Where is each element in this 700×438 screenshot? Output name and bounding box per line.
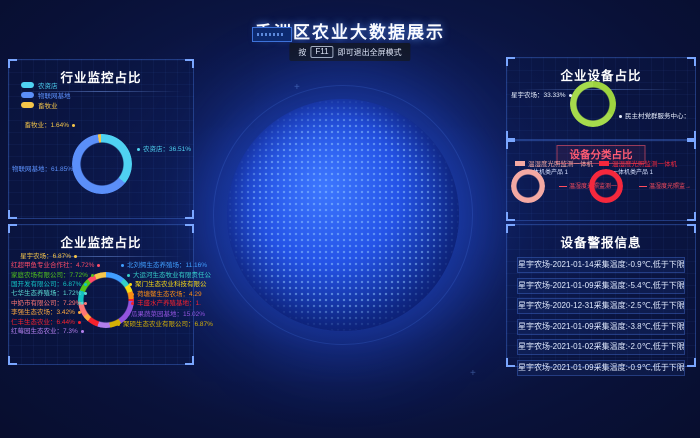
legend-swatch	[515, 161, 525, 166]
legend-label: 畜牧业	[38, 100, 58, 110]
chart-callout: 温湿度光照监→	[639, 181, 691, 190]
tip-prefix: 按	[298, 47, 306, 58]
enterprise-devices-panel: 企业设备占比 星宇农场：33.33% 民主村党群服务中心：	[506, 57, 696, 140]
device-class-donut-left[interactable]	[511, 169, 545, 203]
f11-key-badge: F11	[310, 46, 333, 58]
legend-swatch	[21, 82, 34, 88]
chart-callout: 丰盛水产养殖基地：1.	[131, 300, 201, 308]
decor-plus-icon: +	[294, 82, 300, 93]
enterprise-monitor-panel: 企业监控占比 星宇农场：6.87% 红超甲鱼专业合作社：4.72% 家庭农场有限…	[8, 224, 194, 365]
legend-swatch	[21, 102, 34, 108]
legend-label: 物联网基地	[38, 90, 71, 100]
chart-callout: 国开发有限公司：6.87%	[11, 281, 77, 289]
decor-plus-icon: +	[470, 368, 476, 379]
industry-legend: 农资店 物联网基地 畜牧业	[21, 80, 71, 110]
page-title: 秀洲区农业大数据展示	[0, 18, 700, 43]
chart-callout: 聚硕生态农业有限公司：6.87%	[117, 321, 213, 329]
tip-suffix: 即可退出全屏模式	[338, 47, 402, 58]
fullscreen-tip: 按 F11 即可退出全屏模式	[289, 43, 410, 61]
chart-callout: 物联网基地：61.85%	[11, 166, 79, 174]
chart-callout: 大运河生态牧业有限责任公	[127, 272, 211, 280]
legend-swatch	[21, 92, 34, 98]
chart-callout: 星宇农场：6.87%	[11, 253, 77, 261]
chart-callout: 畜牧业：1.64%	[11, 122, 75, 130]
device-class-panel: 设备分类占比 温湿度光照监测一体机 一体机类产品 1 温湿度光照监测一→ 温湿度…	[506, 140, 696, 221]
chart-callout: 星宇农场：33.33%	[511, 92, 567, 100]
chart-callout: 红超甲鱼专业合作社：4.72%	[11, 262, 77, 270]
alarm-row: 星宇农场-2021-01-09采集温度:-5.4℃,低于下限:0℃	[517, 278, 685, 294]
industry-monitor-panel: 行业监控占比 农资店 物联网基地 畜牧业 畜牧业：1.64% 农资店：36.51…	[8, 59, 194, 219]
chart-callout: 家庭农场有限公司：7.72%	[11, 272, 77, 280]
enterprise-panel-title: 企业监控占比	[9, 225, 193, 251]
legend-label: 农资店	[38, 80, 58, 90]
chart-callout: 荷塘鳖生态农场：4.29	[131, 291, 202, 299]
chart-callout: 瓜果蔬菜园基地：15.02%	[125, 311, 205, 319]
legend-item[interactable]: 农资店	[21, 80, 71, 90]
device-alarms-panel: 设备警报信息 星宇农场-2021-01-14采集温度:-0.9℃,低于下限:0℃…	[506, 224, 696, 367]
alarm-row: 星宇农场-2021-01-14采集温度:-0.9℃,低于下限:0℃	[517, 257, 685, 273]
alarm-row: 星宇农场-2020-12-31采集温度:-2.5℃,低于下限:0℃	[517, 298, 685, 314]
dashboard: 秀洲区农业大数据展示 按 F11 即可退出全屏模式 + + 行业监控占比 农资店…	[0, 0, 700, 438]
enterprise-donut-chart[interactable]	[78, 272, 134, 328]
header-logo-badge	[252, 27, 292, 42]
legend-swatch	[599, 161, 609, 166]
alarm-list: 星宇农场-2021-01-14采集温度:-0.9℃,低于下限:0℃ 星宇农场-2…	[507, 251, 695, 376]
legend-item[interactable]: 畜牧业	[21, 100, 71, 110]
chart-callout: 民主村党群服务中心：	[619, 113, 690, 121]
devices-donut-chart[interactable]	[570, 81, 616, 127]
chart-callout: 红莓园生态农业：7.3%	[11, 328, 77, 336]
alarms-panel-title: 设备警报信息	[507, 225, 695, 251]
alarm-row: 星宇农场-2021-01-09采集温度:-3.8℃,低于下限:0℃	[517, 319, 685, 335]
devices-panel-title: 企业设备占比	[507, 58, 695, 84]
alarm-row: 星宇农场-2021-01-09采集温度:-0.9℃,低于下限:0℃	[517, 360, 685, 376]
chart-callout: 农资店：36.51%	[137, 146, 191, 154]
globe-visualization	[227, 99, 459, 331]
chart-callout: 中奶市有限公司：7.29%	[11, 300, 77, 308]
chart-callout: 七华生态养殖场：1.72%	[11, 290, 77, 298]
chart-callout: 李强生态农场：3.42%	[11, 309, 77, 317]
device-class-donut-right[interactable]	[589, 169, 623, 203]
chart-callout: 仁丰生态农业：6.44%	[11, 319, 77, 327]
industry-donut-chart[interactable]	[72, 134, 132, 194]
alarm-row: 星宇农场-2021-01-02采集温度:-2.0℃,低于下限:0℃	[517, 339, 685, 355]
legend-item[interactable]: 物联网基地	[21, 90, 71, 100]
chart-callout: 聚门生态农业科技有限公	[129, 281, 207, 289]
chart-callout: 北刘鳄生态养殖场：11.16%	[121, 262, 207, 270]
